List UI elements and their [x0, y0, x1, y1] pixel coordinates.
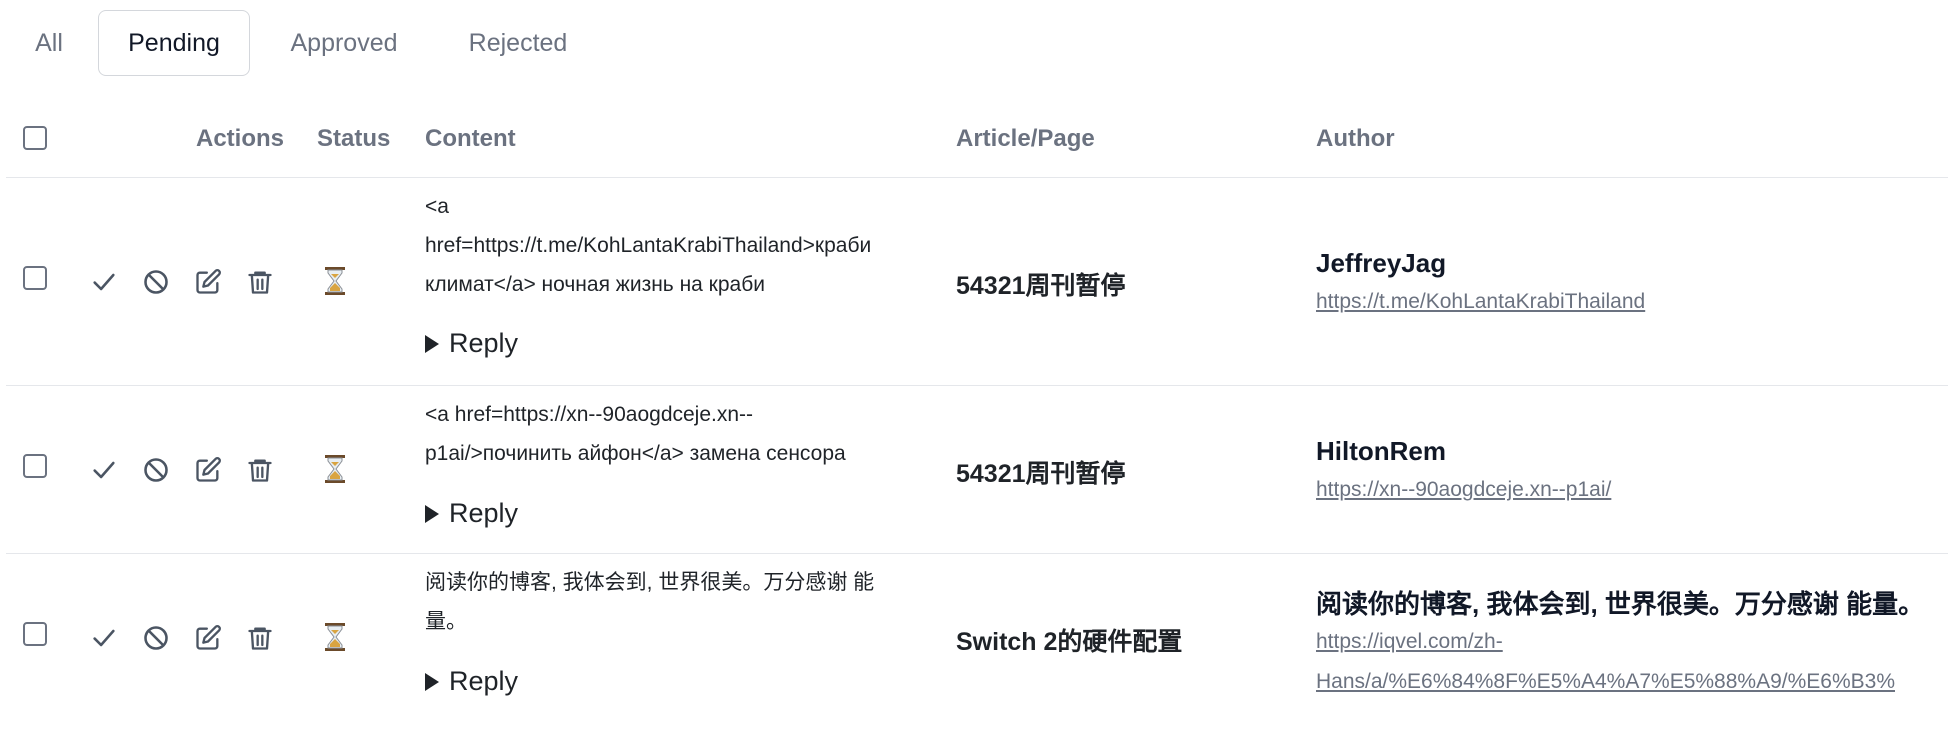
- column-article: Article/Page: [956, 125, 1095, 152]
- article-title[interactable]: 54321周刊暂停: [956, 454, 1126, 490]
- tab-pending[interactable]: Pending: [98, 10, 250, 76]
- reply-toggle[interactable]: Reply: [425, 328, 518, 359]
- row-checkbox[interactable]: [23, 622, 47, 646]
- comment-content: <a href=https://t.me/KohLantaKrabiThaila…: [425, 187, 935, 304]
- author-url-line[interactable]: Hans/a/%E6%84%8F%E5%A4%A7%E5%88%A9/%E6%B…: [1316, 662, 1895, 702]
- column-actions: Actions: [196, 125, 285, 152]
- content-line: <a href=https://xn--90aogdceje.xn--: [425, 403, 754, 426]
- table-row: <a href=https://xn--90aogdceje.xn-- p1ai…: [6, 386, 1948, 554]
- table-row: <a href=https://t.me/KohLantaKrabiThaila…: [6, 178, 1948, 386]
- tab-approved[interactable]: Approved: [270, 10, 418, 76]
- reply-label: Reply: [449, 666, 519, 696]
- triangle-right-icon: [425, 672, 439, 691]
- edit-icon[interactable]: [194, 624, 222, 652]
- row-checkbox[interactable]: [23, 266, 47, 290]
- author-name: 阅读你的博客, 我体会到, 世界很美。万分感谢 能量。: [1316, 589, 1925, 619]
- triangle-right-icon: [425, 504, 439, 523]
- select-all-checkbox[interactable]: [23, 126, 47, 150]
- ban-icon[interactable]: [142, 456, 170, 484]
- reply-toggle[interactable]: Reply: [425, 498, 518, 529]
- reply-label: Reply: [449, 498, 519, 528]
- tab-all[interactable]: All: [18, 10, 80, 76]
- check-icon[interactable]: [90, 456, 118, 484]
- author-name: JeffreyJag: [1316, 248, 1447, 278]
- check-icon[interactable]: [90, 268, 118, 296]
- author-url-line[interactable]: https://xn--90aogdceje.xn--p1ai/: [1316, 470, 1611, 510]
- ban-icon[interactable]: [142, 268, 170, 296]
- trash-icon[interactable]: [246, 624, 274, 652]
- content-line: 阅读你的博客, 我体会到, 世界很美。万分感谢 能: [425, 571, 875, 594]
- ban-icon[interactable]: [142, 624, 170, 652]
- filter-tabs: All Pending Approved Rejected: [0, 0, 1948, 90]
- tab-rejected[interactable]: Rejected: [452, 10, 584, 76]
- article-title[interactable]: Switch 2的硬件配置: [956, 622, 1182, 658]
- column-status: Status: [317, 125, 391, 152]
- reply-label: Reply: [449, 328, 519, 358]
- trash-icon[interactable]: [246, 456, 274, 484]
- content-line: климат</a> ночная жизнь на краби: [425, 273, 765, 296]
- edit-icon[interactable]: [194, 268, 222, 296]
- author-url[interactable]: https://xn--90aogdceje.xn--p1ai/: [1316, 470, 1611, 510]
- reply-toggle[interactable]: Reply: [425, 666, 518, 697]
- table-header: Actions Status Content Article/Page Auth…: [6, 100, 1948, 178]
- hourglass-icon: [322, 266, 348, 296]
- article-title[interactable]: 54321周刊暂停: [956, 266, 1126, 302]
- author-url-line[interactable]: https://iqvel.com/zh-: [1316, 622, 1895, 662]
- content-line: <a: [425, 195, 449, 218]
- column-author: Author: [1316, 125, 1395, 152]
- column-content: Content: [425, 125, 516, 152]
- hourglass-icon: [322, 454, 348, 484]
- author-url-line[interactable]: https://t.me/KohLantaKrabiThailand: [1316, 282, 1645, 322]
- check-icon[interactable]: [90, 624, 118, 652]
- comment-content: 阅读你的博客, 我体会到, 世界很美。万分感谢 能 量。: [425, 563, 935, 641]
- content-line: href=https://t.me/KohLantaKrabiThailand>…: [425, 234, 872, 257]
- author-name: HiltonRem: [1316, 436, 1446, 466]
- edit-icon[interactable]: [194, 456, 222, 484]
- table-row: 阅读你的博客, 我体会到, 世界很美。万分感谢 能 量。 Reply Switc…: [6, 554, 1948, 754]
- trash-icon[interactable]: [246, 268, 274, 296]
- hourglass-icon: [322, 622, 348, 652]
- author-url[interactable]: https://iqvel.com/zh- Hans/a/%E6%84%8F%E…: [1316, 622, 1895, 702]
- content-line: p1ai/>починить айфон</a> замена сенсора: [425, 442, 846, 465]
- row-checkbox[interactable]: [23, 454, 47, 478]
- triangle-right-icon: [425, 334, 439, 353]
- content-line: 量。: [425, 610, 467, 633]
- author-url[interactable]: https://t.me/KohLantaKrabiThailand: [1316, 282, 1645, 322]
- comment-content: <a href=https://xn--90aogdceje.xn-- p1ai…: [425, 395, 935, 473]
